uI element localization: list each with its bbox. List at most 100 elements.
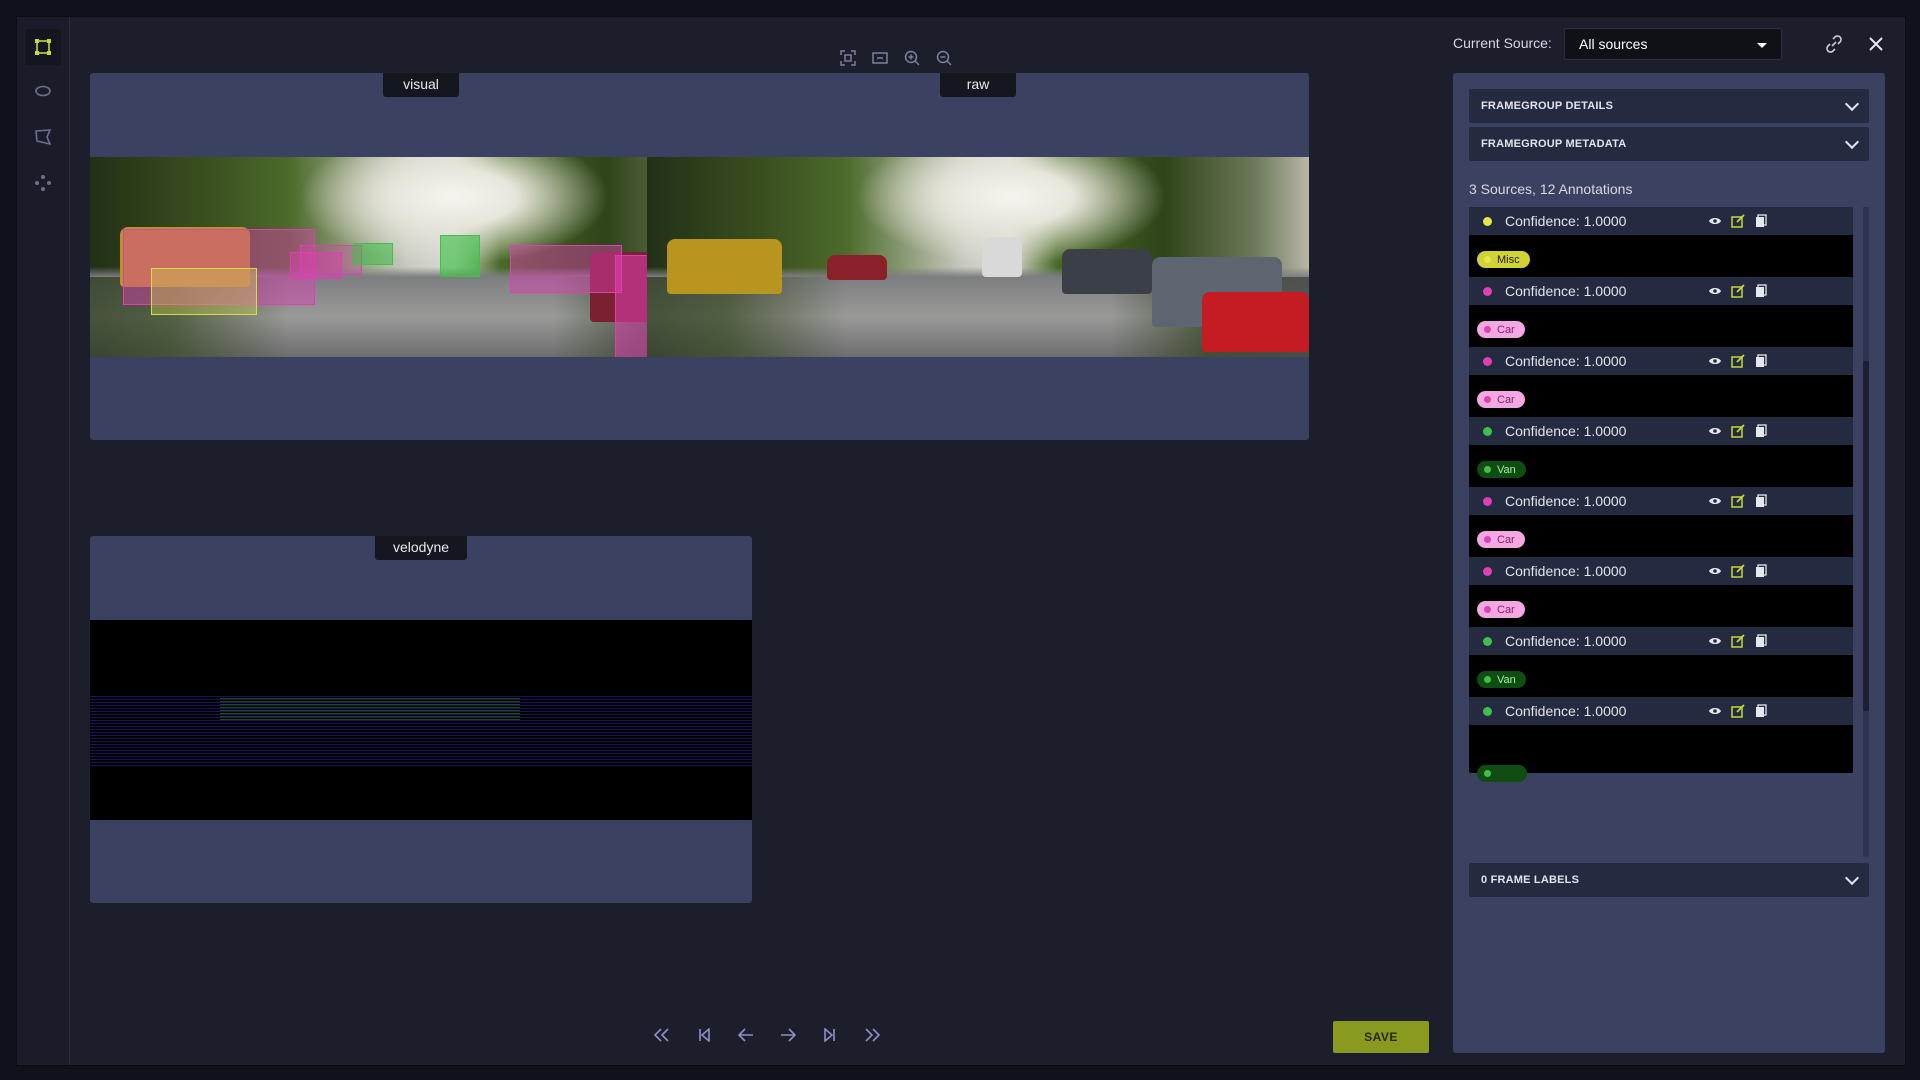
edit-icon[interactable] — [1730, 493, 1746, 509]
edit-icon[interactable] — [1730, 423, 1746, 439]
copy-icon[interactable] — [1753, 703, 1769, 719]
keypoint-tool-button[interactable] — [25, 165, 61, 201]
eye-icon[interactable] — [1707, 703, 1723, 719]
accordion-title: FRAMEGROUP DETAILS — [1481, 100, 1614, 112]
class-tag: Car — [1477, 601, 1525, 618]
annotation-header[interactable]: Confidence: 1.0000 — [1469, 697, 1853, 725]
arrow-left-icon[interactable] — [735, 1024, 757, 1046]
skip-next-icon[interactable] — [819, 1024, 841, 1046]
copy-icon[interactable] — [1753, 213, 1769, 229]
eye-icon[interactable] — [1707, 563, 1723, 579]
viewer-label: visual — [383, 73, 459, 97]
save-button[interactable]: SAVE — [1333, 1021, 1429, 1053]
edit-icon[interactable] — [1730, 213, 1746, 229]
bbox-misc[interactable] — [151, 268, 257, 315]
frame-labels-accordion[interactable]: 0 FRAME LABELS — [1469, 863, 1869, 897]
annotation-card[interactable]: Confidence: 1.0000 Car — [1469, 277, 1853, 353]
fit-screen-icon[interactable] — [837, 47, 859, 69]
annotation-header[interactable]: Confidence: 1.0000 — [1469, 347, 1853, 375]
confidence-label: Confidence: 1.0000 — [1505, 563, 1627, 579]
copy-icon[interactable] — [1753, 283, 1769, 299]
annotation-card[interactable]: Confidence: 1.0000 Car — [1469, 487, 1853, 563]
annotation-header[interactable]: Confidence: 1.0000 — [1469, 417, 1853, 445]
bounding-box-tool-button[interactable] — [25, 29, 61, 65]
viewer-label: velodyne — [374, 536, 468, 560]
viewer-raw[interactable]: raw — [647, 73, 1309, 440]
class-color-dot — [1483, 567, 1492, 576]
close-icon[interactable] — [1865, 33, 1887, 55]
annotation-header[interactable]: Confidence: 1.0000 — [1469, 207, 1853, 235]
ellipse-tool-button[interactable] — [25, 73, 61, 109]
chevron-down-icon — [1844, 870, 1860, 886]
edit-icon[interactable] — [1730, 353, 1746, 369]
edit-icon[interactable] — [1730, 633, 1746, 649]
source-select-value: All sources — [1579, 36, 1648, 52]
fast-forward-icon[interactable] — [861, 1024, 883, 1046]
source-select[interactable]: All sources — [1564, 28, 1782, 60]
edit-icon[interactable] — [1730, 283, 1746, 299]
bbox-van[interactable] — [440, 235, 480, 277]
viewer-velodyne[interactable]: velodyne — [90, 536, 752, 903]
polygon-tool-button[interactable] — [25, 119, 61, 155]
velodyne-image[interactable] — [90, 620, 752, 820]
class-tag — [1477, 765, 1527, 782]
confidence-label: Confidence: 1.0000 — [1505, 633, 1627, 649]
scrollbar-thumb[interactable] — [1863, 361, 1869, 711]
annotation-header[interactable]: Confidence: 1.0000 — [1469, 627, 1853, 655]
chevron-down-icon — [1757, 43, 1767, 48]
framegroup-details-accordion[interactable]: FRAMEGROUP DETAILS — [1469, 89, 1869, 123]
class-color-dot — [1483, 357, 1492, 366]
rewind-icon[interactable] — [651, 1024, 673, 1046]
chevron-down-icon — [1844, 96, 1860, 112]
framegroup-metadata-accordion[interactable]: FRAMEGROUP METADATA — [1469, 127, 1869, 161]
viewer-label: raw — [940, 73, 1016, 97]
confidence-label: Confidence: 1.0000 — [1505, 423, 1627, 439]
eye-icon[interactable] — [1707, 493, 1723, 509]
class-tag: Van — [1477, 461, 1526, 478]
annotation-header[interactable]: Confidence: 1.0000 — [1469, 557, 1853, 585]
copy-icon[interactable] — [1753, 633, 1769, 649]
edit-icon[interactable] — [1730, 563, 1746, 579]
class-color-dot — [1483, 217, 1492, 226]
annotation-card[interactable]: Confidence: 1.0000 — [1469, 697, 1853, 782]
annotation-list-scrollbar[interactable] — [1863, 207, 1869, 857]
class-tag: Car — [1477, 321, 1525, 338]
eye-icon[interactable] — [1707, 353, 1723, 369]
copy-icon[interactable] — [1753, 423, 1769, 439]
bounding-box-icon — [35, 39, 51, 55]
annotation-card[interactable]: Confidence: 1.0000 Misc — [1469, 207, 1853, 283]
annotation-card[interactable]: Confidence: 1.0000 Van — [1469, 627, 1853, 703]
bbox-car[interactable] — [510, 245, 622, 293]
raw-image[interactable] — [647, 157, 1309, 357]
bbox-van[interactable] — [353, 243, 393, 265]
class-color-dot — [1483, 707, 1492, 716]
annotation-panel: FRAMEGROUP DETAILS FRAMEGROUP METADATA 3… — [1453, 73, 1885, 1053]
fit-width-icon[interactable] — [869, 47, 891, 69]
annotation-card[interactable]: Confidence: 1.0000 Car — [1469, 347, 1853, 423]
eye-icon[interactable] — [1707, 633, 1723, 649]
annotation-card[interactable]: Confidence: 1.0000 Van — [1469, 417, 1853, 493]
confidence-label: Confidence: 1.0000 — [1505, 353, 1627, 369]
eye-icon[interactable] — [1707, 423, 1723, 439]
eye-icon[interactable] — [1707, 213, 1723, 229]
class-color-dot — [1483, 427, 1492, 436]
link-icon[interactable] — [1823, 33, 1845, 55]
zoom-in-icon[interactable] — [901, 47, 923, 69]
zoom-out-icon[interactable] — [933, 47, 955, 69]
annotation-header[interactable]: Confidence: 1.0000 — [1469, 487, 1853, 515]
confidence-label: Confidence: 1.0000 — [1505, 283, 1627, 299]
copy-icon[interactable] — [1753, 493, 1769, 509]
copy-icon[interactable] — [1753, 563, 1769, 579]
annotation-card[interactable]: Confidence: 1.0000 Car — [1469, 557, 1853, 633]
annotation-summary: 3 Sources, 12 Annotations — [1469, 181, 1633, 197]
edit-icon[interactable] — [1730, 703, 1746, 719]
class-color-dot — [1483, 637, 1492, 646]
annotation-header[interactable]: Confidence: 1.0000 — [1469, 277, 1853, 305]
arrow-right-icon[interactable] — [777, 1024, 799, 1046]
class-tag: Car — [1477, 391, 1525, 408]
skip-previous-icon[interactable] — [693, 1024, 715, 1046]
annotation-list[interactable]: Confidence: 1.0000 Misc Confidence: 1.0000… — [1469, 207, 1869, 857]
eye-icon[interactable] — [1707, 283, 1723, 299]
polygon-icon — [35, 129, 52, 146]
copy-icon[interactable] — [1753, 353, 1769, 369]
